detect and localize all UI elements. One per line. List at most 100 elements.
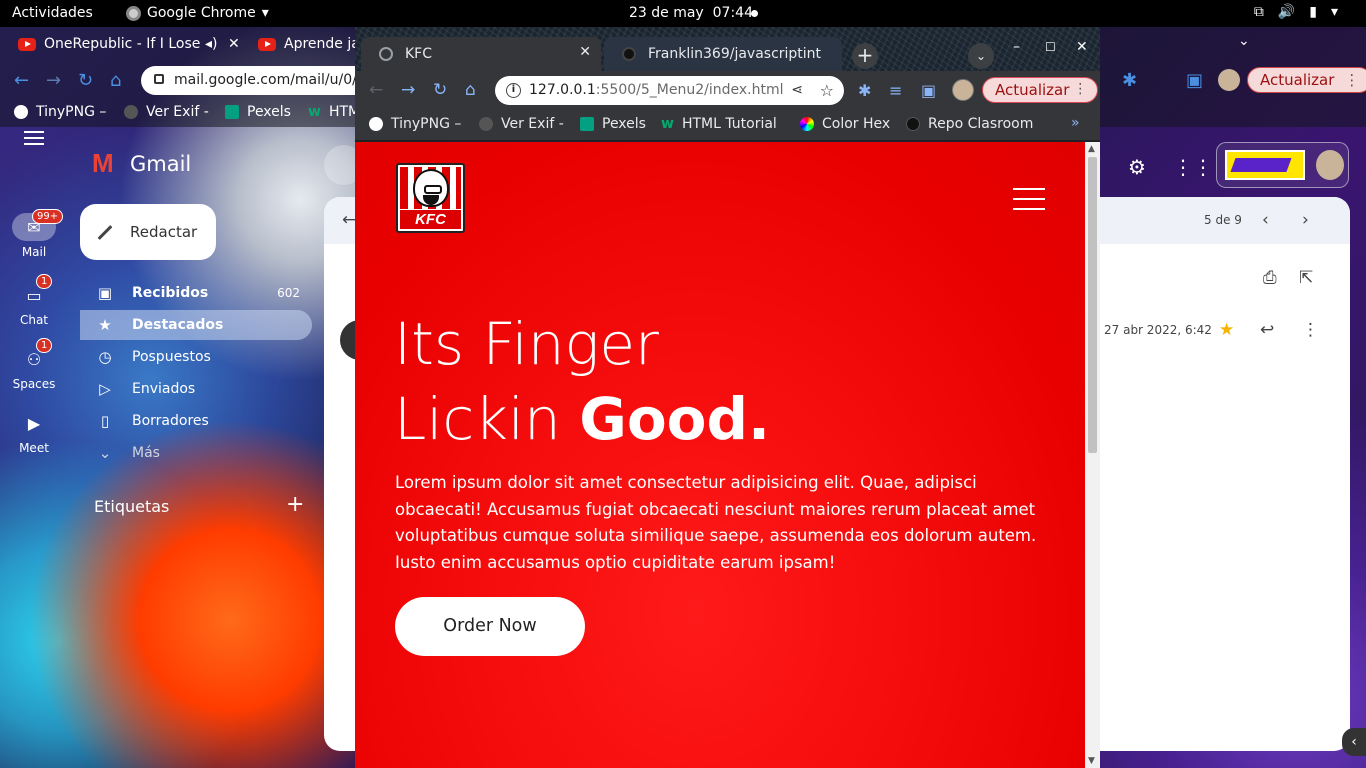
hamburger-menu-icon[interactable] [1013,188,1045,210]
clock[interactable]: 23 de may 07:44 [629,5,753,21]
nav-starred[interactable]: ★ Destacados [80,310,312,340]
clock-icon: ◷ [98,348,112,366]
apps-grid-icon[interactable]: ⋮⋮ [1173,155,1213,179]
forward-icon[interactable]: → [46,70,61,91]
gmail-logo[interactable]: Gmail [92,148,191,179]
institution-logo [1225,150,1305,180]
update-button[interactable]: Actualizar ⋮ [982,77,1099,103]
rail-spaces[interactable]: ⚇ Spaces 1 [0,338,68,391]
minimize-icon[interactable]: – [1013,39,1020,55]
reply-icon[interactable]: ↩ [1260,320,1274,340]
bookmark-star-icon[interactable]: ☆ [820,76,834,105]
profile-avatar[interactable] [1218,69,1240,91]
nav-inbox[interactable]: ▣ Recibidos 602 [80,278,312,308]
nav-drafts[interactable]: ▯ Borradores [80,406,312,436]
clock-time: 07:44 [712,5,753,21]
add-label-icon[interactable]: + [286,492,304,517]
video-camera-icon: ▶ [27,413,41,433]
side-panel-icon[interactable]: ▣ [1186,70,1203,91]
nav-more[interactable]: ⌄ Más [80,438,312,468]
nav-snoozed[interactable]: ◷ Pospuestos [80,342,312,372]
rail-chat[interactable]: ▭ Chat 1 [0,274,68,327]
reload-icon[interactable]: ↻ [78,70,93,91]
maximize-icon[interactable]: ☐ [1045,40,1056,54]
activities-button[interactable]: Actividades [12,5,93,21]
more-icon[interactable]: ⋮ [1302,320,1319,340]
compose-label: Redactar [130,223,198,241]
nav-sent[interactable]: ▷ Enviados [80,374,312,404]
colonel-icon [413,169,449,207]
side-panel-icon[interactable]: ▣ [921,81,936,100]
notification-dot [751,10,758,17]
app-menu[interactable]: Google Chrome ▾ [126,5,269,21]
forward-icon[interactable]: → [401,80,415,100]
tab-title: Franklin369/javascriptint [648,46,822,62]
page-scrollbar[interactable]: ▲ ▼ [1085,142,1100,768]
close-window-icon[interactable]: ✕ [1076,39,1088,55]
rail-mail[interactable]: ✉ Mail 99+ [0,209,68,259]
bookmark[interactable]: Ver Exif - [124,104,209,120]
bg-tab[interactable]: OneRepublic - If I Lose ◂) ✕ [0,31,245,57]
pexels-icon [225,105,239,119]
tab-search-icon[interactable]: ⌄ [1238,33,1250,49]
order-now-button[interactable]: Order Now [395,597,585,656]
color-hex-icon [800,117,814,131]
pager-text: 5 de 9 [1204,213,1242,227]
star-icon[interactable]: ★ [1219,320,1234,340]
open-in-new-icon[interactable]: ⇱ [1299,268,1313,288]
tab-github[interactable]: Franklin369/javascriptint [604,37,842,71]
close-icon[interactable]: ✕ [579,44,591,60]
address-bar[interactable]: i 127.0.0.1:5500/5_Menu2/index.html ⋖ ☆ [495,76,844,105]
account-switcher[interactable] [1216,142,1349,188]
volume-icon: 🔊 [1277,4,1296,20]
kfc-logo[interactable]: KFC [396,163,465,233]
reading-list-icon[interactable]: ≡ [889,81,902,100]
system-menu[interactable]: ⧉ 🔊 ▮ ▾ [1254,4,1338,20]
back-icon[interactable]: ← [369,80,383,100]
print-icon[interactable]: ⎙ [1263,268,1277,288]
home-icon[interactable]: ⌂ [465,80,476,100]
more-icon: ⋮ [1073,81,1088,97]
extension-icon[interactable]: ✱ [858,81,871,100]
audio-icon: ◂) [205,36,218,52]
bg-update-button[interactable]: Actualizar ⋮ [1247,67,1366,93]
bookmark[interactable]: Repo Clasroom [906,116,1033,132]
chevron-left-icon[interactable]: ‹ [1262,210,1269,230]
chevron-right-icon[interactable]: › [1302,210,1309,230]
bg-tab-title: OneRepublic - If I Lose [44,36,201,52]
extensions-icon[interactable]: ✱ [1122,70,1137,91]
share-icon[interactable]: ⋖ [791,76,803,105]
compose-button[interactable]: Redactar [80,204,216,260]
bookmark[interactable]: TinyPNG – [369,116,461,132]
bookmark[interactable]: Pexels [580,116,646,132]
avatar [1316,150,1344,180]
bookmark[interactable]: Color Hex [800,116,890,132]
chevron-left-icon[interactable]: ‹ [1342,728,1366,756]
scroll-up-icon[interactable]: ▲ [1088,144,1095,154]
settings-icon[interactable]: ⚙ [1128,155,1146,179]
rail-label: Meet [19,441,49,455]
tab-kfc[interactable]: KFC ✕ [361,37,601,71]
bg-address-bar[interactable]: mail.google.com/mail/u/0/?ta [141,66,376,95]
reload-icon[interactable]: ↻ [433,80,447,100]
bookmark[interactable]: w HTM [308,104,360,120]
battery-icon: ▮ [1309,4,1317,20]
close-icon[interactable]: ✕ [228,36,240,52]
globe-icon [124,105,138,119]
home-icon[interactable]: ⌂ [110,70,121,91]
tab-search-icon[interactable]: ⌄ [968,43,994,69]
bookmark[interactable]: TinyPNG – [14,104,106,120]
scroll-down-icon[interactable]: ▼ [1088,756,1095,766]
bookmark[interactable]: w HTML Tutorial [661,116,777,132]
profile-avatar[interactable] [952,79,974,101]
new-tab-icon[interactable]: + [852,43,878,69]
main-menu-icon[interactable] [24,131,44,145]
bookmarks-overflow-icon[interactable]: » [1071,115,1080,131]
bookmark[interactable]: Pexels [225,104,291,120]
back-icon[interactable]: ← [14,70,29,91]
scrollbar-thumb[interactable] [1088,157,1097,453]
rail-meet[interactable]: ▶ Meet [0,409,68,456]
url-host: 127.0.0.1 [529,82,596,98]
bg-tab[interactable]: Aprende ja [240,31,360,57]
bookmark[interactable]: Ver Exif - [479,116,564,132]
